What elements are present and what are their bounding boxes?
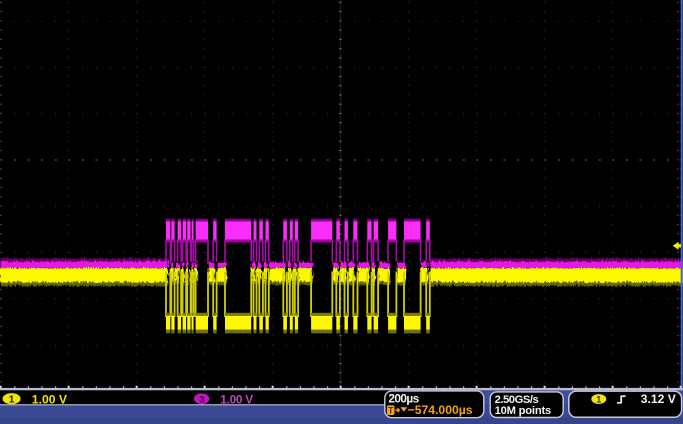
svg-text:1: 1 — [596, 394, 601, 404]
svg-text:10M points: 10M points — [495, 405, 551, 417]
svg-text:1.00 V: 1.00 V — [32, 392, 68, 406]
svg-text:1.00 V: 1.00 V — [220, 392, 253, 406]
svg-text:3.12 V: 3.12 V — [641, 392, 676, 406]
svg-text:3: 3 — [199, 393, 204, 404]
svg-text:1: 1 — [9, 395, 15, 406]
svg-text:−574.000µs: −574.000µs — [408, 403, 473, 417]
svg-text:T: T — [388, 405, 394, 415]
